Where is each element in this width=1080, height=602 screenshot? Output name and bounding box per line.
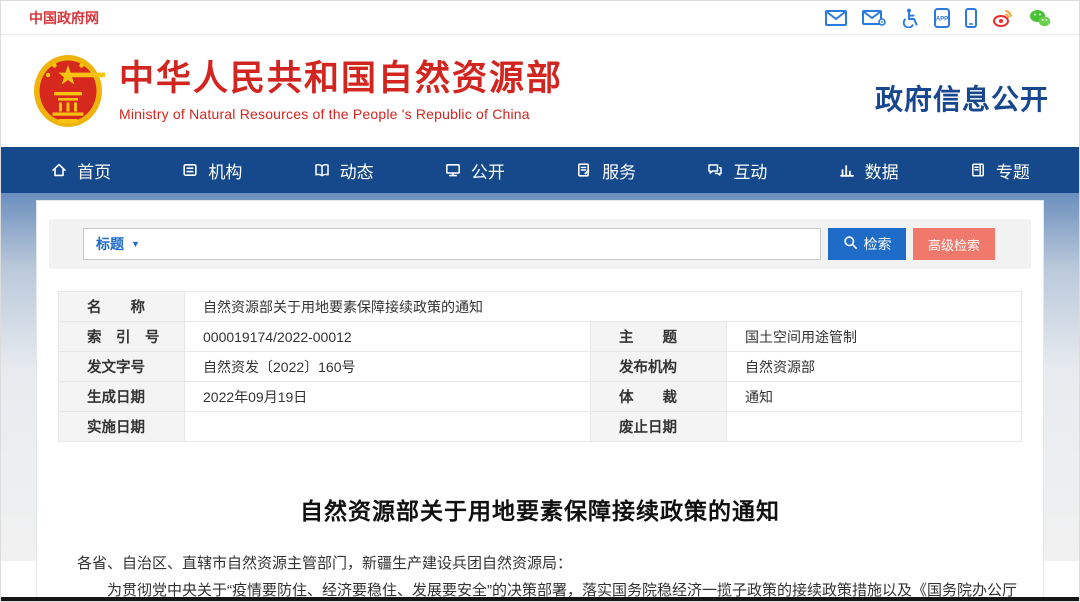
site-name-english: Ministry of Natural Resources of the Peo… bbox=[119, 106, 563, 122]
content-background: 标题 ▼ 检索 高级检索 名 称 自然资源部关于用地要素保障接续政策的通知 bbox=[1, 193, 1079, 561]
app-download-icon[interactable]: APP bbox=[934, 8, 950, 28]
nav-item-data[interactable]: 数据 bbox=[838, 158, 899, 183]
svg-text:APP: APP bbox=[936, 16, 948, 22]
organization-icon bbox=[181, 161, 199, 179]
main-nav: 首页 机构 动态 公开 服务 互动 数据 专题 bbox=[1, 147, 1079, 193]
nav-label: 动态 bbox=[340, 158, 374, 183]
disclosure-monitor-icon bbox=[444, 161, 462, 179]
nav-label: 机构 bbox=[208, 158, 242, 183]
article-title: 自然资源部关于用地要素保障接续政策的通知 bbox=[49, 492, 1031, 526]
table-row: 索 引 号 000019174/2022-00012 主 题 国土空间用途管制 bbox=[59, 322, 1022, 352]
meta-value-effective-date bbox=[185, 412, 591, 442]
table-row: 发文字号 自然资发〔2022〕160号 发布机构 自然资源部 bbox=[59, 352, 1022, 382]
meta-value-index-no: 000019174/2022-00012 bbox=[185, 322, 591, 352]
nav-label: 互动 bbox=[733, 158, 767, 183]
nav-label: 数据 bbox=[865, 158, 899, 183]
nav-item-topics[interactable]: 专题 bbox=[969, 158, 1030, 183]
nav-item-interaction[interactable]: 互动 bbox=[706, 158, 767, 183]
search-input[interactable] bbox=[147, 229, 808, 259]
search-field[interactable]: 标题 ▼ bbox=[83, 228, 821, 260]
meta-label-issuer: 发布机构 bbox=[591, 352, 727, 382]
nav-item-disclosure[interactable]: 公开 bbox=[444, 158, 505, 183]
magnifier-icon bbox=[843, 235, 858, 253]
topics-journal-icon bbox=[969, 161, 987, 179]
search-button[interactable]: 检索 bbox=[828, 228, 906, 260]
meta-label-repeal-date: 废止日期 bbox=[591, 412, 727, 442]
wechat-icon[interactable] bbox=[1029, 9, 1051, 27]
accessibility-icon[interactable] bbox=[901, 8, 919, 28]
table-row: 实施日期 废止日期 bbox=[59, 412, 1022, 442]
meta-value-subject: 国土空间用途管制 bbox=[727, 322, 1022, 352]
meta-label-issue-date: 生成日期 bbox=[59, 382, 185, 412]
service-document-icon bbox=[575, 161, 593, 179]
table-row: 名 称 自然资源部关于用地要素保障接续政策的通知 bbox=[59, 292, 1022, 322]
nav-item-organization[interactable]: 机构 bbox=[181, 158, 242, 183]
news-book-icon bbox=[313, 161, 331, 179]
national-emblem-logo bbox=[31, 50, 105, 132]
meta-label-index-no: 索 引 号 bbox=[59, 322, 185, 352]
meta-label-subject: 主 题 bbox=[591, 322, 727, 352]
meta-label-doc-no: 发文字号 bbox=[59, 352, 185, 382]
nav-label: 首页 bbox=[77, 158, 111, 183]
advanced-search-button[interactable]: 高级检索 bbox=[913, 228, 995, 260]
meta-value-name: 自然资源部关于用地要素保障接续政策的通知 bbox=[185, 292, 1022, 322]
meta-value-doc-no: 自然资发〔2022〕160号 bbox=[185, 352, 591, 382]
weibo-icon[interactable] bbox=[992, 8, 1014, 28]
article-body: 各省、自治区、直辖市自然资源主管部门，新疆生产建设兵团自然资源局： 为贯彻党中央… bbox=[49, 550, 1031, 602]
data-chart-icon bbox=[838, 161, 856, 179]
meta-value-genre: 通知 bbox=[727, 382, 1022, 412]
top-utility-bar: 中国政府网 APP bbox=[1, 1, 1079, 35]
nav-label: 专题 bbox=[996, 158, 1030, 183]
meta-value-repeal-date bbox=[727, 412, 1022, 442]
gov-portal-link[interactable]: 中国政府网 bbox=[29, 8, 99, 28]
site-titles: 中华人民共和国自然资源部 Ministry of Natural Resourc… bbox=[119, 60, 563, 122]
content-panel: 标题 ▼ 检索 高级检索 名 称 自然资源部关于用地要素保障接续政策的通知 bbox=[36, 200, 1044, 602]
article-paragraph: 各省、自治区、直辖市自然资源主管部门，新疆生产建设兵团自然资源局： bbox=[77, 550, 1021, 577]
meta-label-genre: 体 裁 bbox=[591, 382, 727, 412]
meta-value-issuer: 自然资源部 bbox=[727, 352, 1022, 382]
window-bottom-edge bbox=[1, 597, 1079, 601]
meta-label-name: 名 称 bbox=[59, 292, 185, 322]
site-header: 中华人民共和国自然资源部 Ministry of Natural Resourc… bbox=[1, 35, 1079, 147]
email-subscribe-icon[interactable] bbox=[862, 9, 886, 27]
interaction-chat-icon bbox=[706, 161, 724, 179]
section-title: 政府信息公开 bbox=[875, 64, 1049, 118]
search-band: 标题 ▼ 检索 高级检索 bbox=[49, 219, 1031, 269]
page: 中国政府网 APP bbox=[0, 0, 1080, 602]
mobile-version-icon[interactable] bbox=[965, 8, 977, 28]
caret-down-icon[interactable]: ▼ bbox=[131, 239, 140, 249]
nav-label: 服务 bbox=[602, 158, 636, 183]
nav-label: 公开 bbox=[471, 158, 505, 183]
topbar-icons: APP bbox=[825, 8, 1051, 28]
meta-label-effective-date: 实施日期 bbox=[59, 412, 185, 442]
table-row: 生成日期 2022年09月19日 体 裁 通知 bbox=[59, 382, 1022, 412]
site-name: 中华人民共和国自然资源部 bbox=[119, 60, 563, 99]
search-category-dropdown[interactable]: 标题 bbox=[96, 234, 124, 254]
nav-item-news[interactable]: 动态 bbox=[313, 158, 374, 183]
search-button-label: 检索 bbox=[864, 234, 892, 254]
meta-value-issue-date: 2022年09月19日 bbox=[185, 382, 591, 412]
nav-item-home[interactable]: 首页 bbox=[50, 158, 111, 183]
nav-item-service[interactable]: 服务 bbox=[575, 158, 636, 183]
email-icon[interactable] bbox=[825, 10, 847, 26]
home-icon bbox=[50, 161, 68, 179]
document-meta-table: 名 称 自然资源部关于用地要素保障接续政策的通知 索 引 号 000019174… bbox=[58, 291, 1022, 442]
